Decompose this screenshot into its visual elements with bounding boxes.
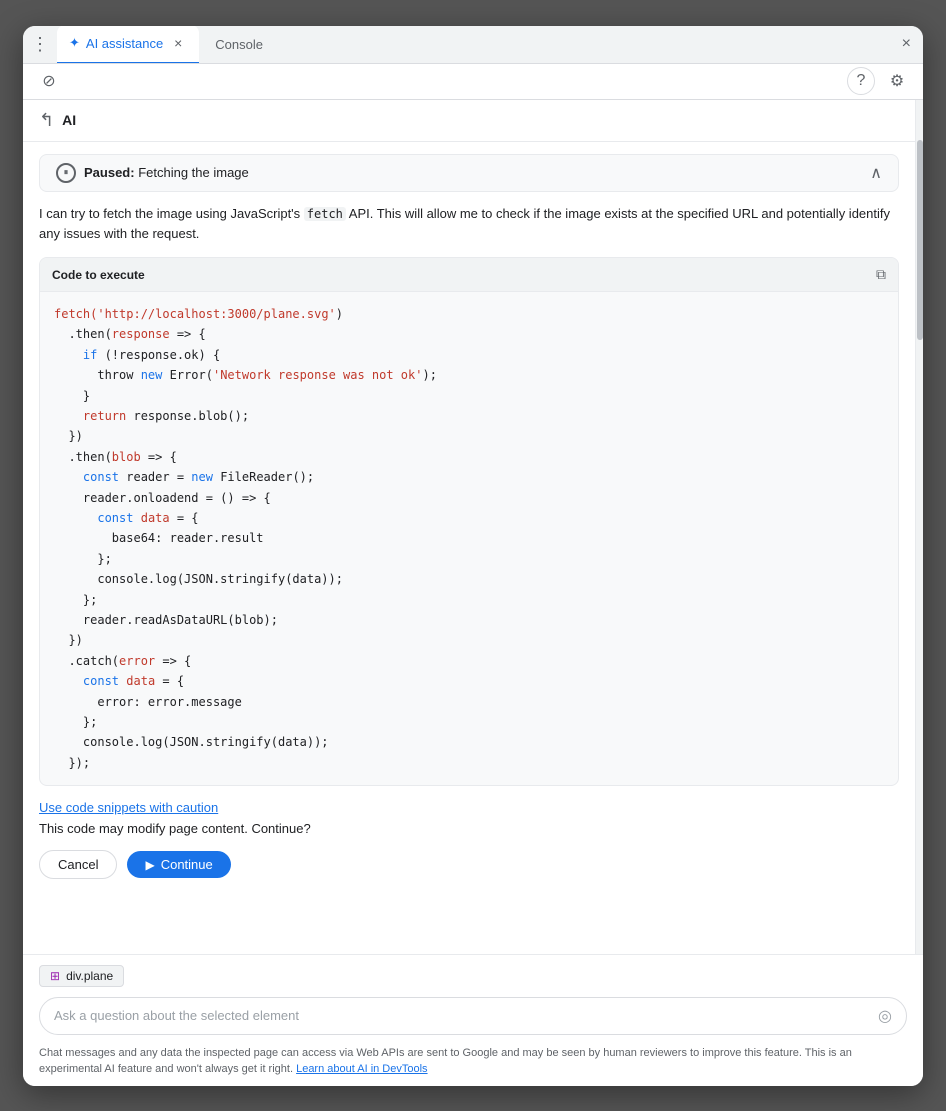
- status-bar: ⏸ Paused: Fetching the image ∧: [39, 154, 899, 192]
- help-icon[interactable]: ?: [847, 67, 875, 95]
- copy-icon[interactable]: ⧉: [876, 266, 886, 283]
- ai-panel: ↱ AI ⏸ Paused: Fetching the image ∧: [23, 100, 915, 954]
- scrollbar-track[interactable]: [915, 100, 923, 954]
- footer-note: Chat messages and any data the inspected…: [39, 1045, 907, 1078]
- more-tabs-icon[interactable]: ⋮: [31, 34, 49, 55]
- code-header-title: Code to execute: [52, 268, 145, 282]
- code-header: Code to execute ⧉: [40, 258, 898, 292]
- tab-bar: ⋮ ✦ AI assistance × Console ×: [23, 26, 923, 64]
- panel-body[interactable]: ⏸ Paused: Fetching the image ∧ I can try…: [23, 142, 915, 954]
- collapse-icon[interactable]: ∧: [870, 163, 882, 183]
- status-message: Fetching the image: [138, 165, 249, 180]
- code-pre: fetch('http://localhost:3000/plane.svg')…: [54, 304, 884, 773]
- continue-label: Continue: [161, 857, 213, 872]
- console-tab-label: Console: [215, 37, 263, 52]
- settings-icon[interactable]: ⚙: [883, 67, 911, 95]
- paused-icon: ⏸: [56, 163, 76, 183]
- caution-link[interactable]: Use code snippets with caution: [39, 800, 899, 815]
- question-input[interactable]: [54, 1008, 870, 1023]
- cancel-button[interactable]: Cancel: [39, 850, 117, 879]
- ai-tab-icon: ✦: [69, 35, 80, 51]
- element-chip-icon: ⊞: [50, 969, 60, 983]
- ai-panel-icon: ↱: [39, 110, 54, 131]
- footer-link[interactable]: Learn about AI in DevTools: [296, 1063, 427, 1075]
- element-chip-label: div.plane: [66, 969, 113, 983]
- bottom-section: ⊞ div.plane ◎ Chat messages and any data…: [23, 954, 923, 1086]
- action-buttons: Cancel ▶ Continue: [39, 850, 899, 879]
- element-chip: ⊞ div.plane: [39, 965, 907, 997]
- code-url: 'http://localhost:3000/plane.svg': [97, 307, 335, 321]
- code-block: Code to execute ⧉ fetch('http://localhos…: [39, 257, 899, 786]
- ai-tab-close-icon[interactable]: ×: [169, 34, 187, 52]
- element-chip-inner: ⊞ div.plane: [39, 965, 124, 987]
- fetch-code: fetch: [304, 207, 346, 221]
- status-label: Paused:: [84, 165, 135, 180]
- continue-button[interactable]: ▶ Continue: [127, 851, 230, 878]
- status-text: Paused: Fetching the image: [84, 165, 249, 180]
- panel-header: ↱ AI: [23, 100, 915, 142]
- mic-icon[interactable]: ◎: [878, 1006, 892, 1026]
- play-icon: ▶: [145, 858, 154, 872]
- close-devtools-icon[interactable]: ×: [898, 31, 915, 57]
- tab-console[interactable]: Console: [203, 26, 275, 64]
- scrollbar-thumb[interactable]: [917, 140, 923, 340]
- footer-note-text: Chat messages and any data the inspected…: [39, 1047, 852, 1076]
- panel-header-title: AI: [62, 112, 76, 128]
- ai-tab-label: AI assistance: [86, 36, 163, 51]
- block-icon[interactable]: ⊘: [35, 67, 63, 95]
- code-fetch: fetch(: [54, 307, 97, 321]
- toolbar: ⊘ ? ⚙: [23, 64, 923, 100]
- code-body: fetch('http://localhost:3000/plane.svg')…: [40, 292, 898, 785]
- main-content: ↱ AI ⏸ Paused: Fetching the image ∧: [23, 100, 923, 954]
- devtools-window: ⋮ ✦ AI assistance × Console × ⊘ ? ⚙ ↱ AI: [23, 26, 923, 1086]
- tab-ai-assistance[interactable]: ✦ AI assistance ×: [57, 26, 199, 64]
- input-area: ◎: [39, 997, 907, 1035]
- description-text: I can try to fetch the image using JavaS…: [39, 204, 899, 246]
- caution-text: This code may modify page content. Conti…: [39, 821, 899, 836]
